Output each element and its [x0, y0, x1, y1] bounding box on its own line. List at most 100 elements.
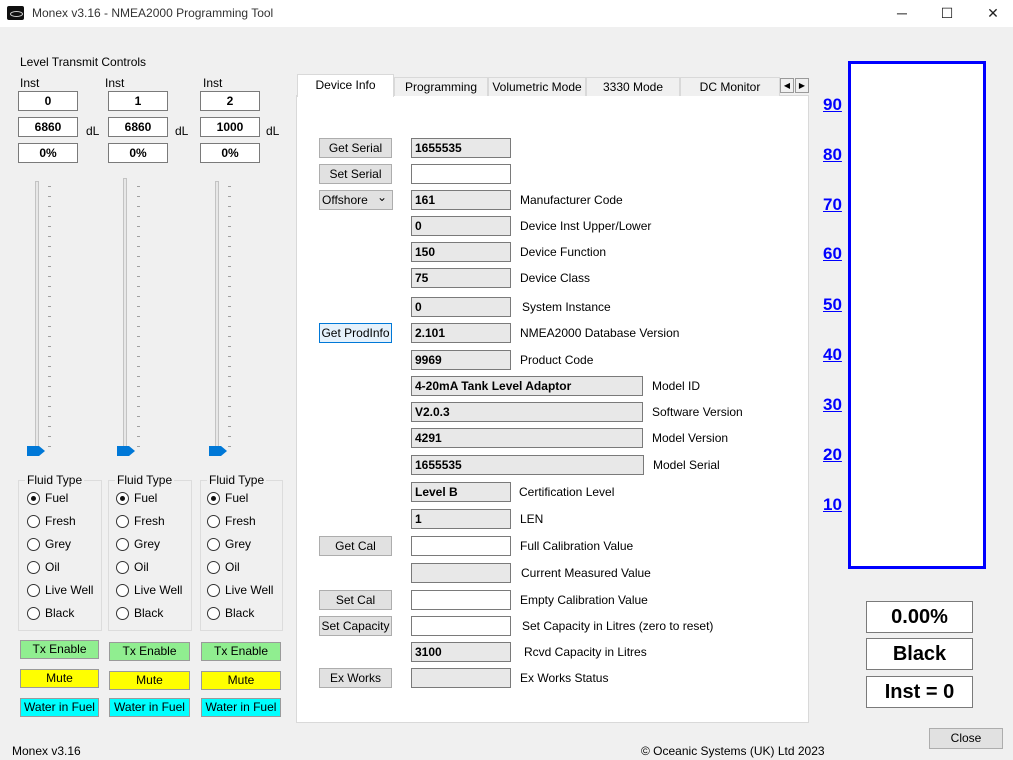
tab-volumetric-mode[interactable]: Volumetric Mode [488, 77, 586, 96]
model-version-field: 4291 [411, 428, 643, 448]
get-prodinfo-button[interactable]: Get ProdInfo [319, 323, 392, 343]
fluid-radio-label: Fresh [45, 514, 76, 528]
fluid-radio-black[interactable] [116, 607, 129, 620]
model-serial-field: 1655535 [411, 455, 644, 475]
fluid-radio-oil[interactable] [116, 561, 129, 574]
ex-works-button[interactable]: Ex Works [319, 668, 392, 688]
fluid-radio-label: Black [225, 606, 255, 620]
unit-label: dL [86, 124, 100, 138]
get-serial-button[interactable]: Get Serial [319, 138, 392, 158]
minimize-button[interactable]: ─ [879, 0, 925, 27]
set-serial-button[interactable]: Set Serial [319, 164, 392, 184]
level-percent-input[interactable]: 0% [200, 143, 260, 163]
fluid-radio-live-well[interactable] [207, 584, 220, 597]
slider-tick [137, 236, 140, 237]
fluid-radio-fuel[interactable] [116, 492, 129, 505]
ex-works-status-label: Ex Works Status [520, 671, 609, 685]
fluid-radio-fresh[interactable] [116, 515, 129, 528]
fluid-radio-oil[interactable] [207, 561, 220, 574]
slider-tick [228, 266, 231, 267]
close-button[interactable]: Close [929, 728, 1003, 749]
level-slider-track[interactable] [35, 181, 39, 456]
full-cal-input[interactable] [411, 536, 511, 556]
fluid-radio-label: Black [45, 606, 75, 620]
gauge-scale-label: 30 [823, 395, 842, 414]
slider-tick [48, 366, 51, 367]
fluid-radio-grey[interactable] [207, 538, 220, 551]
level-percent-input[interactable]: 0% [18, 143, 78, 163]
tx-enable-button[interactable]: Tx Enable [109, 642, 190, 661]
fluid-type-label: Fluid Type [207, 473, 267, 487]
inst-input[interactable]: 1 [108, 91, 168, 111]
slider-tick [137, 206, 140, 207]
fluid-radio-fresh[interactable] [207, 515, 220, 528]
slider-tick [228, 436, 231, 437]
maximize-button[interactable]: ☐ [924, 0, 970, 27]
level-slider-thumb[interactable] [117, 446, 135, 456]
set-serial-input[interactable] [411, 164, 511, 184]
water-in-fuel-button[interactable]: Water in Fuel [20, 698, 99, 717]
fluid-radio-fuel[interactable] [27, 492, 40, 505]
fluid-radio-grey[interactable] [27, 538, 40, 551]
set-cal-button[interactable]: Set Cal [319, 590, 392, 610]
tab-3330-mode[interactable]: 3330 Mode [586, 77, 680, 96]
slider-tick [48, 186, 51, 187]
level-slider-thumb[interactable] [27, 446, 45, 456]
fluid-radio-live-well[interactable] [27, 584, 40, 597]
len-label: LEN [520, 512, 544, 526]
water-in-fuel-button[interactable]: Water in Fuel [109, 698, 190, 717]
empty-cal-input[interactable] [411, 590, 511, 610]
tx-enable-button[interactable]: Tx Enable [201, 642, 281, 661]
mute-button[interactable]: Mute [201, 671, 281, 690]
capacity-input[interactable]: 6860 [18, 117, 78, 137]
fluid-radio-fuel[interactable] [207, 492, 220, 505]
slider-tick [48, 276, 51, 277]
fluid-radio-label: Live Well [134, 583, 183, 597]
water-in-fuel-button[interactable]: Water in Fuel [201, 698, 281, 717]
level-slider-thumb[interactable] [209, 446, 227, 456]
slider-tick [137, 436, 140, 437]
tab-device-info[interactable]: Device Info [297, 74, 394, 97]
gauge-scale-label: 80 [823, 145, 842, 164]
industry-select[interactable]: Offshore ⌄ [319, 190, 393, 210]
set-capacity-button[interactable]: Set Capacity [319, 616, 392, 636]
inst-input[interactable]: 2 [200, 91, 260, 111]
mute-button[interactable]: Mute [109, 671, 190, 690]
fluid-radio-label: Oil [45, 560, 60, 574]
slider-tick [137, 446, 140, 447]
get-cal-button[interactable]: Get Cal [319, 536, 392, 556]
fluid-radio-black[interactable] [207, 607, 220, 620]
tx-enable-button[interactable]: Tx Enable [20, 640, 99, 659]
tab-programming[interactable]: Programming [394, 77, 488, 96]
level-percent-input[interactable]: 0% [108, 143, 168, 163]
level-slider-track[interactable] [215, 181, 219, 456]
set-capacity-input[interactable] [411, 616, 511, 636]
tab-scroll-left-button[interactable]: ◀ [780, 78, 794, 93]
tab-scroll-right-button[interactable]: ▶ [795, 78, 809, 93]
level-slider-track[interactable] [123, 178, 127, 456]
capacity-input[interactable]: 6860 [108, 117, 168, 137]
tab-dc-monitor[interactable]: DC Monitor [680, 77, 780, 96]
inst-input[interactable]: 0 [18, 91, 78, 111]
slider-tick [228, 206, 231, 207]
mute-button[interactable]: Mute [20, 669, 99, 688]
copyright-label: © Oceanic Systems (UK) Ltd 2023 [641, 744, 825, 758]
capacity-input[interactable]: 1000 [200, 117, 260, 137]
unit-label: dL [266, 124, 280, 138]
model-serial-label: Model Serial [653, 458, 720, 472]
slider-tick [228, 356, 231, 357]
industry-select-value: Offshore [322, 193, 368, 207]
fluid-radio-black[interactable] [27, 607, 40, 620]
slider-tick [137, 426, 140, 427]
fluid-radio-live-well[interactable] [116, 584, 129, 597]
slider-tick [48, 226, 51, 227]
fluid-radio-fresh[interactable] [27, 515, 40, 528]
slider-tick [137, 296, 140, 297]
inst-readout: Inst = 0 [866, 676, 973, 708]
fluid-radio-grey[interactable] [116, 538, 129, 551]
slider-tick [228, 306, 231, 307]
fluid-radio-oil[interactable] [27, 561, 40, 574]
slider-tick [228, 416, 231, 417]
slider-tick [228, 336, 231, 337]
close-window-button[interactable]: ✕ [970, 0, 1013, 27]
